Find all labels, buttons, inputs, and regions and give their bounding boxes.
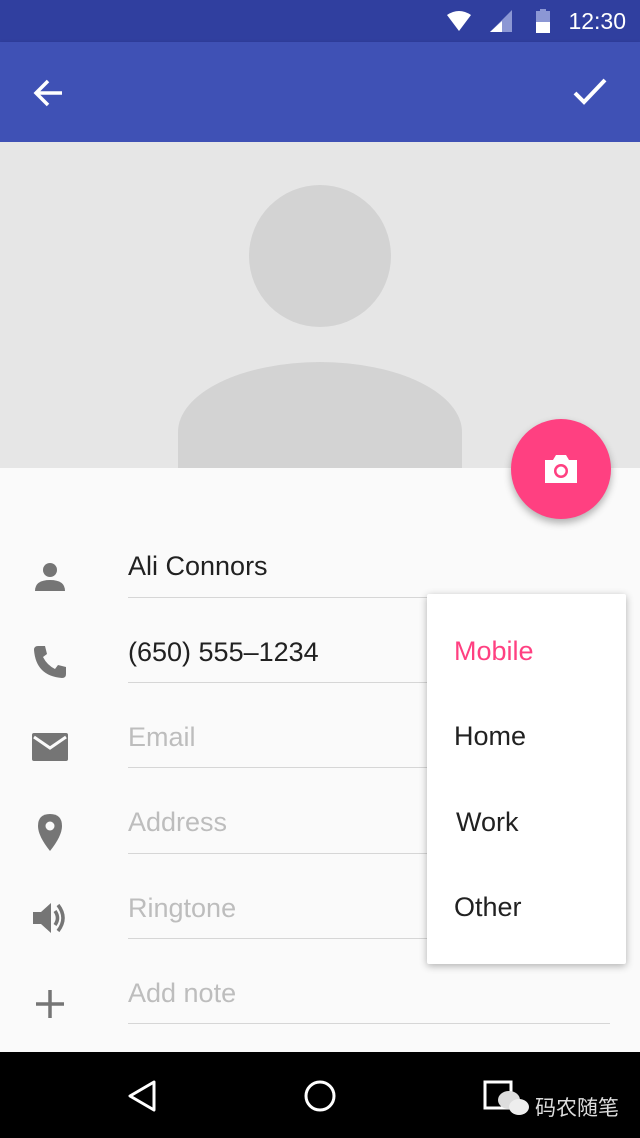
watermark: 码农随笔 bbox=[535, 1097, 619, 1120]
volume-icon bbox=[33, 903, 65, 933]
location-icon bbox=[38, 814, 62, 851]
note-field[interactable]: Add note bbox=[128, 978, 236, 1009]
menu-item-other[interactable]: Other bbox=[454, 892, 522, 923]
ringtone-field[interactable]: Ringtone bbox=[128, 893, 236, 924]
home-nav-icon[interactable] bbox=[303, 1079, 337, 1113]
phone-field[interactable]: (650) 555–1234 bbox=[128, 637, 319, 668]
name-field[interactable]: Ali Connors bbox=[128, 551, 268, 582]
contact-photo-placeholder bbox=[0, 142, 640, 468]
camera-icon bbox=[545, 455, 577, 483]
check-icon[interactable] bbox=[572, 76, 608, 108]
address-field[interactable]: Address bbox=[128, 807, 227, 838]
menu-item-work[interactable]: Work bbox=[456, 807, 519, 838]
phone-type-menu: Mobile Home Work Other bbox=[427, 594, 626, 964]
avatar-body bbox=[178, 362, 462, 468]
back-nav-icon[interactable] bbox=[126, 1079, 158, 1113]
clock: 12:30 bbox=[568, 8, 626, 34]
divider bbox=[128, 1023, 610, 1024]
battery-icon bbox=[536, 9, 550, 33]
status-bar: 12:30 bbox=[0, 0, 640, 42]
wifi-icon bbox=[447, 11, 471, 31]
email-icon bbox=[32, 733, 68, 761]
wechat-logo-icon bbox=[498, 1091, 529, 1115]
avatar-head bbox=[249, 185, 391, 327]
phone-icon bbox=[34, 646, 66, 678]
menu-item-mobile[interactable]: Mobile bbox=[454, 636, 534, 667]
person-icon bbox=[35, 563, 65, 591]
navigation-bar: 码农随笔 bbox=[0, 1052, 640, 1138]
camera-button[interactable] bbox=[511, 419, 611, 519]
plus-icon bbox=[36, 990, 64, 1018]
menu-item-home[interactable]: Home bbox=[454, 721, 526, 752]
signal-icon bbox=[490, 10, 512, 32]
email-field[interactable]: Email bbox=[128, 722, 196, 753]
toolbar bbox=[0, 42, 640, 142]
arrow-back-icon[interactable] bbox=[32, 76, 66, 110]
